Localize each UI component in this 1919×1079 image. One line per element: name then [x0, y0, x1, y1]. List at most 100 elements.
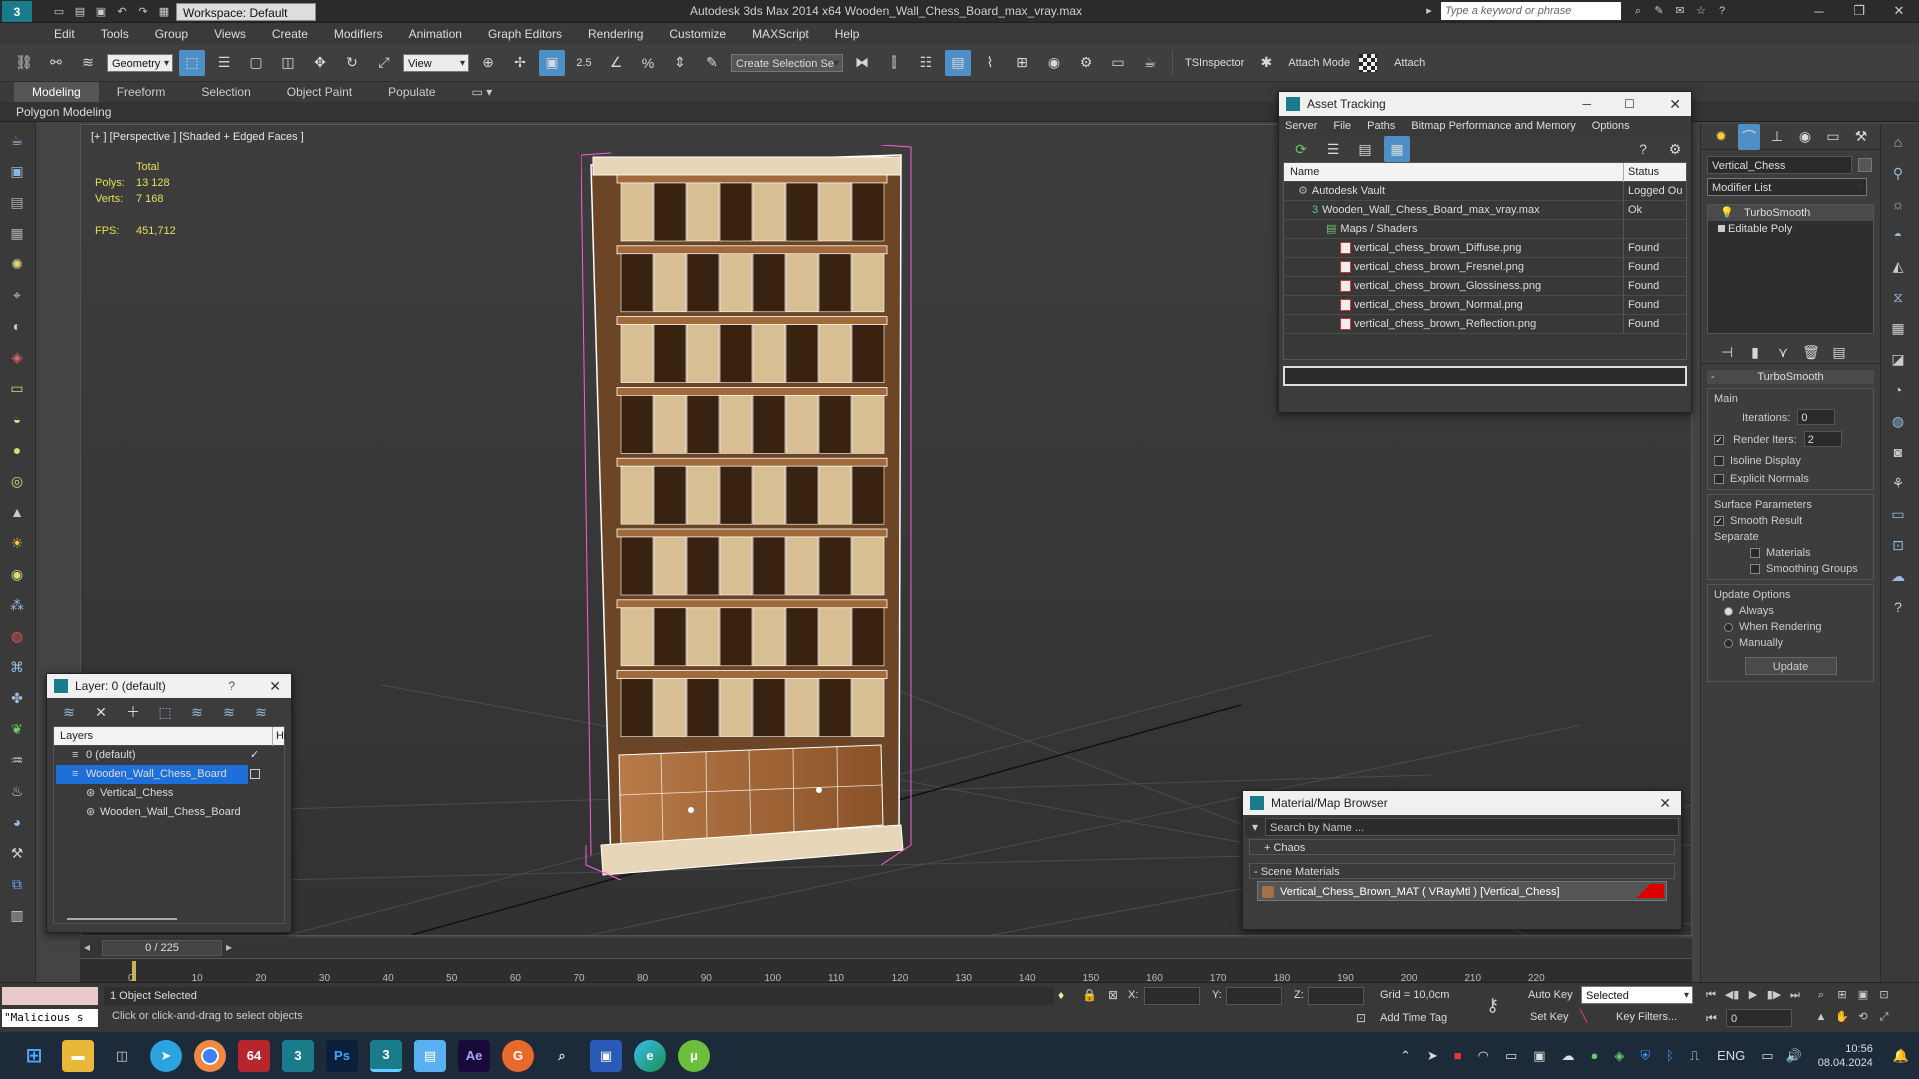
zoom-all-icon[interactable]: ⊞ — [1833, 987, 1851, 1003]
vray-dome-icon[interactable]: ◓ — [1885, 222, 1911, 248]
layer-row[interactable]: ≡ 0 (default) ✓ — [54, 746, 284, 765]
layer-select-icon[interactable]: ≋ — [184, 699, 210, 725]
scene-explorer-icon[interactable]: ⌂ — [1885, 129, 1911, 155]
3dsmax-icon-a[interactable]: 3 — [282, 1039, 314, 1072]
chrome-icon[interactable] — [194, 1039, 226, 1072]
menu-file[interactable]: File — [1333, 120, 1351, 132]
material-search-input[interactable]: Search by Name ... — [1265, 818, 1679, 836]
maximize-icon[interactable]: ☐ — [1624, 92, 1635, 116]
close-icon[interactable]: ✕ — [1879, 3, 1919, 19]
settings-icon[interactable]: ⚙ — [1662, 136, 1688, 162]
current-frame-field[interactable]: 0 — [1726, 1009, 1792, 1027]
menu-customize[interactable]: Customize — [669, 27, 726, 41]
mirror-icon[interactable]: ⧓ — [849, 50, 875, 76]
tray-nvidia-icon[interactable]: ◈ — [1614, 1048, 1624, 1064]
material-editor-icon[interactable]: ◉ — [1041, 50, 1067, 76]
tray-volume-icon[interactable]: 🔊 — [1786, 1048, 1802, 1064]
maximize-viewport-icon[interactable]: ⤢ — [1875, 1009, 1893, 1025]
render-iters-spinner[interactable]: 2 — [1803, 431, 1842, 447]
tab-object-paint[interactable]: Object Paint — [269, 82, 370, 102]
edge-icon[interactable]: e — [634, 1039, 666, 1072]
after-effects-icon[interactable]: Ae — [458, 1039, 490, 1072]
ribbon-options-icon[interactable]: ▭ ▾ — [454, 82, 511, 102]
set-key-pen-icon[interactable]: ╲ — [1580, 1009, 1587, 1023]
vray-layer-icon[interactable]: ▭ — [1885, 501, 1911, 527]
menu-server[interactable]: Server — [1285, 120, 1317, 132]
polygon-modeling-label[interactable]: Polygon Modeling — [16, 105, 111, 119]
rotate-icon[interactable]: ↻ — [339, 50, 365, 76]
delete-layer-icon[interactable]: ✕ — [88, 699, 114, 725]
vray-lights-icon[interactable]: ⚲ — [1885, 160, 1911, 186]
help-icon[interactable]: ? — [1630, 136, 1656, 162]
vray-help-icon[interactable]: ? — [1885, 594, 1911, 620]
close-icon[interactable]: ✕ — [1669, 92, 1681, 116]
auto-key-button[interactable]: Auto Key — [1528, 989, 1573, 1001]
motion-tab-icon[interactable]: ◉ — [1794, 124, 1816, 150]
key-filters-button[interactable]: Key Filters... — [1616, 1011, 1677, 1023]
menu-triangle-icon[interactable]: ▾ — [1245, 820, 1265, 834]
goto-end-icon[interactable]: ⏭ — [1786, 987, 1804, 1003]
asset-row[interactable]: vertical_chess_brown_Glossiness.png Foun… — [1284, 277, 1686, 296]
vray-fur-icon[interactable]: ▦ — [1885, 315, 1911, 341]
align-icon[interactable]: ⫿ — [881, 50, 907, 76]
notepad-icon[interactable]: ▤ — [414, 1039, 446, 1072]
vray-render-icon[interactable]: ◍ — [1885, 408, 1911, 434]
checker-icon[interactable] — [1359, 53, 1378, 72]
reference-coord-dropdown[interactable]: View — [403, 53, 469, 73]
vray-proxy-icon[interactable]: ⧖ — [1885, 284, 1911, 310]
new-file-icon[interactable]: ▭ — [50, 4, 68, 20]
modifier-list-dropdown[interactable]: Modifier List — [1707, 178, 1867, 197]
link-icon[interactable]: ⛓ — [11, 50, 37, 76]
edit-named-selection-icon[interactable]: ✎ — [699, 50, 725, 76]
skeleton-icon[interactable]: ⌘ — [4, 654, 30, 680]
vray-frame-buffer-icon[interactable]: ◙ — [1885, 439, 1911, 465]
layer-scrollbar[interactable] — [67, 918, 177, 920]
lock-icon[interactable]: 🔒 — [1082, 988, 1097, 1002]
list-view-icon[interactable]: ☰ — [1320, 136, 1346, 162]
layer-titlebar[interactable]: Layer: 0 (default) ? ✕ — [47, 674, 291, 698]
tray-display-icon[interactable]: ▭ — [1505, 1048, 1517, 1064]
make-unique-icon[interactable]: ⋎ — [1772, 340, 1794, 366]
turbosmooth-rollout-header[interactable]: - TurboSmooth — [1707, 370, 1874, 384]
schematic-view-icon[interactable]: ⊞ — [1009, 50, 1035, 76]
layer-freeze-icon[interactable]: ≋ — [248, 699, 274, 725]
app-g-icon[interactable]: G — [502, 1039, 534, 1072]
tray-shield-icon[interactable]: ⛨ — [1640, 1048, 1650, 1064]
col-name-header[interactable]: Name — [1290, 163, 1319, 182]
show-end-result-icon[interactable]: ▮ — [1744, 340, 1766, 366]
tray-chevron-icon[interactable]: ⌃ — [1400, 1048, 1411, 1064]
x-coordinate-field[interactable] — [1144, 987, 1200, 1005]
sphere-icon[interactable]: ● — [4, 437, 30, 463]
rendered-frame-icon[interactable]: ▭ — [1105, 50, 1131, 76]
goto-start-icon[interactable]: ⏮ — [1702, 987, 1720, 1003]
fov-icon[interactable]: ▲ — [1812, 1009, 1830, 1025]
attach-label[interactable]: Attach — [1394, 57, 1425, 69]
asset-row[interactable]: vertical_chess_brown_Diffuse.png Found — [1284, 239, 1686, 258]
smooth-result-checkbox[interactable]: ✓ — [1714, 516, 1724, 527]
angle-snap-icon[interactable]: ∠ — [603, 50, 629, 76]
unlink-icon[interactable]: ⚯ — [43, 50, 69, 76]
select-object-icon[interactable]: ⬚ — [179, 49, 205, 76]
smoothing-groups-checkbox[interactable] — [1750, 564, 1760, 575]
tray-cloud-icon[interactable]: ☁ — [1562, 1048, 1575, 1064]
z-coordinate-field[interactable] — [1308, 987, 1364, 1005]
notifications-icon[interactable]: 🔔 — [1893, 1048, 1909, 1064]
update-button[interactable]: Update — [1744, 657, 1837, 675]
always-radio[interactable] — [1724, 606, 1733, 616]
refresh-icon[interactable]: ⟳ — [1288, 136, 1314, 162]
tray-usb-icon[interactable]: ⎍ — [1690, 1048, 1699, 1064]
key-mode-dropdown[interactable]: Selected — [1581, 986, 1693, 1005]
ribbon-toggle-icon[interactable]: ▤ — [945, 49, 971, 76]
select-highlight-icon[interactable]: ⬚ — [152, 699, 178, 725]
prev-key-icon[interactable]: ◀▮ — [1723, 987, 1741, 1003]
table-view-icon[interactable]: ▦ — [1384, 136, 1410, 162]
when-rendering-radio[interactable] — [1724, 622, 1733, 632]
plant-icon[interactable]: ❦ — [4, 716, 30, 742]
menu-bitmap-performance[interactable]: Bitmap Performance and Memory — [1411, 120, 1575, 132]
asset-row[interactable]: ▤ Maps / Shaders — [1284, 220, 1686, 239]
maximize-icon[interactable]: ❐ — [1839, 3, 1879, 19]
camera-icon[interactable]: ⌖ — [4, 282, 30, 308]
tab-freeform[interactable]: Freeform — [99, 82, 184, 102]
stack-item-editable-poly[interactable]: Editable Poly — [1708, 221, 1873, 237]
configure-sets-icon[interactable]: ▤ — [1828, 340, 1850, 366]
